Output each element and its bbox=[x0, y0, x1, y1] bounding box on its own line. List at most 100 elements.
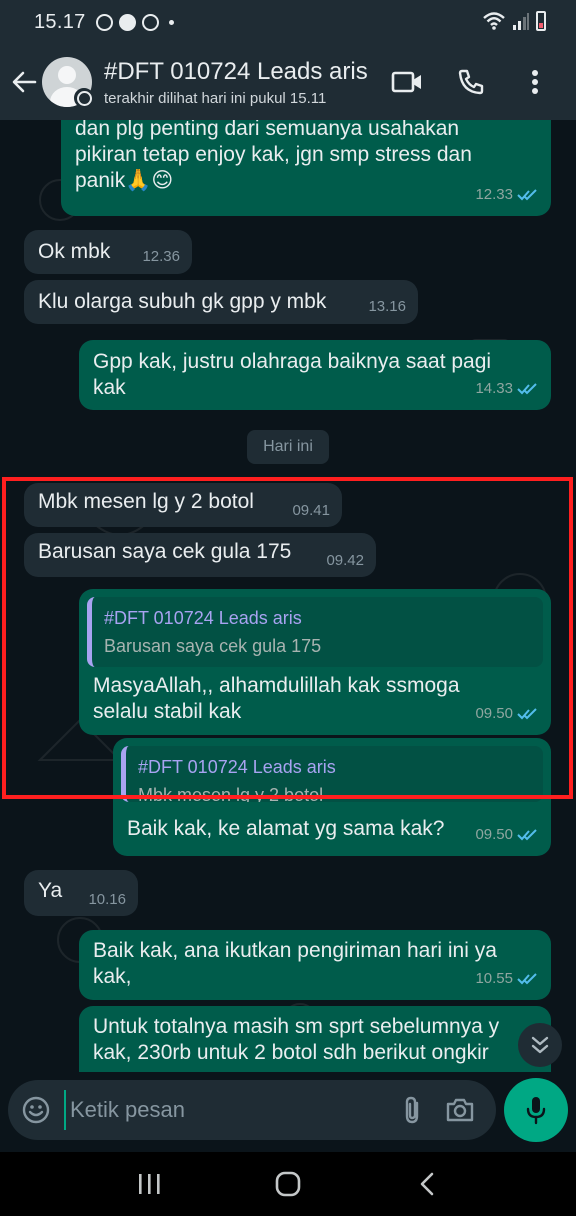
attach-icon bbox=[405, 1096, 419, 1124]
message-meta: 10.16 bbox=[88, 887, 126, 913]
message-text: kak, 230rb untuk 2 botol sdh berikut ong… bbox=[93, 1041, 489, 1064]
voice-call-icon bbox=[458, 69, 484, 95]
message-composer bbox=[8, 1080, 496, 1140]
message-meta: 13.16 bbox=[368, 294, 406, 320]
wifi-icon bbox=[483, 12, 505, 30]
quoted-author: #DFT 010724 Leads aris bbox=[138, 757, 336, 777]
message-text: kak, bbox=[93, 965, 132, 988]
reply-body: Baik kak, ke alamat yg sama kak? bbox=[127, 816, 444, 842]
emoji-icon bbox=[22, 1096, 50, 1124]
video-call-button[interactable] bbox=[390, 65, 424, 99]
read-receipt-icon bbox=[517, 973, 537, 985]
status-bar: 15.17 bbox=[0, 0, 576, 44]
message-text: Klu olarga subuh gk gpp y mbk bbox=[38, 290, 327, 313]
message-text: kak bbox=[93, 376, 126, 399]
quoted-text: Barusan saya cek gula 175 bbox=[104, 636, 322, 656]
outgoing-message[interactable]: dan plg penting dari semuanya usahakan p… bbox=[61, 120, 551, 216]
outgoing-message[interactable]: Gpp kak, justru olahraga baiknya saat pa… bbox=[79, 340, 551, 410]
camera-icon bbox=[446, 1098, 474, 1122]
app-notification-icon bbox=[141, 13, 159, 31]
reply-body: MasyaAllah,, alhamdulillah kak ssmoga se… bbox=[93, 673, 460, 725]
home-button[interactable] bbox=[258, 1159, 318, 1209]
system-navigation-bar bbox=[0, 1152, 576, 1216]
system-back-button[interactable] bbox=[397, 1159, 457, 1209]
chevron-left-icon bbox=[420, 1172, 433, 1196]
status-notification-icons bbox=[95, 13, 174, 31]
message-time: 09.41 bbox=[292, 502, 330, 519]
incoming-message[interactable]: Ok mbk 12.36 bbox=[24, 230, 192, 274]
message-time: 09.50 bbox=[475, 826, 513, 843]
incoming-message[interactable]: Ya 10.16 bbox=[24, 870, 138, 916]
message-text: dan plg penting dari semuanya usahakan bbox=[75, 120, 460, 140]
message-time: 10.16 bbox=[88, 891, 126, 908]
message-meta: 12.36 bbox=[142, 244, 180, 270]
read-receipt-icon bbox=[517, 708, 537, 720]
back-button[interactable] bbox=[2, 52, 46, 112]
read-receipt-icon bbox=[517, 383, 537, 395]
camera-button[interactable] bbox=[436, 1086, 484, 1134]
recent-apps-icon bbox=[139, 1174, 160, 1194]
back-arrow-icon bbox=[12, 71, 37, 93]
message-text: MasyaAllah,, alhamdulillah kak ssmoga bbox=[93, 674, 460, 697]
message-time: 09.42 bbox=[326, 552, 364, 569]
message-text: Untuk totalnya masih sm sprt sebelumnya … bbox=[93, 1015, 500, 1038]
outgoing-message[interactable]: Untuk totalnya masih sm sprt sebelumnya … bbox=[79, 1006, 551, 1072]
date-divider: Hari ini bbox=[247, 430, 329, 464]
message-time: 09.50 bbox=[475, 705, 513, 722]
outgoing-reply-message[interactable]: #DFT 010724 Leads aris Mbk mesen lg y 2 … bbox=[113, 738, 551, 856]
more-notifications-icon bbox=[168, 19, 174, 25]
attach-button[interactable] bbox=[388, 1086, 436, 1134]
message-text: pikiran tetap enjoy kak, jgn smp stress … bbox=[75, 143, 472, 166]
incoming-message[interactable]: Mbk mesen lg y 2 botol 09.41 bbox=[24, 483, 342, 527]
recent-apps-button[interactable] bbox=[119, 1159, 179, 1209]
signal-icon bbox=[513, 13, 529, 30]
incoming-message[interactable]: Klu olarga subuh gk gpp y mbk 13.16 bbox=[24, 280, 418, 324]
status-time: 15.17 bbox=[34, 10, 86, 33]
status-system-icons bbox=[482, 11, 546, 31]
read-receipt-icon bbox=[517, 189, 537, 201]
disappearing-timer-icon bbox=[74, 88, 94, 108]
quoted-message[interactable]: #DFT 010724 Leads aris Mbk mesen lg y 2 … bbox=[121, 746, 543, 802]
home-icon bbox=[275, 1171, 301, 1197]
chat-messages-area[interactable]: dan plg penting dari semuanya usahakan p… bbox=[0, 120, 576, 1072]
more-options-button[interactable] bbox=[518, 65, 552, 99]
message-text: Gpp kak, justru olahraga baiknya saat pa… bbox=[93, 350, 492, 373]
outgoing-reply-message[interactable]: #DFT 010724 Leads aris Barusan saya cek … bbox=[79, 589, 551, 735]
message-meta: 14.33 bbox=[475, 376, 539, 402]
message-text: Baik kak, ana ikutkan pengiriman hari in… bbox=[93, 939, 497, 962]
message-time: 12.36 bbox=[142, 248, 180, 265]
video-call-icon bbox=[391, 71, 421, 93]
message-meta: 09.50 bbox=[475, 701, 539, 727]
message-meta: 09.42 bbox=[326, 548, 364, 574]
quoted-message[interactable]: #DFT 010724 Leads aris Barusan saya cek … bbox=[87, 597, 543, 667]
message-time: 10.55 bbox=[475, 970, 513, 987]
incoming-message[interactable]: Barusan saya cek gula 175 09.42 bbox=[24, 533, 376, 577]
header-actions bbox=[390, 65, 552, 99]
outgoing-message[interactable]: Baik kak, ana ikutkan pengiriman hari in… bbox=[79, 930, 551, 1000]
double-chevron-down-icon bbox=[531, 1036, 549, 1054]
message-time: 14.33 bbox=[475, 380, 513, 397]
message-time: 12.33 bbox=[475, 186, 513, 203]
scroll-to-bottom-button[interactable] bbox=[518, 1023, 562, 1067]
message-meta: 10.55 bbox=[475, 966, 539, 992]
message-text: Baik kak, ke alamat yg sama kak? bbox=[127, 817, 445, 840]
mic-icon bbox=[526, 1097, 546, 1125]
voice-call-button[interactable] bbox=[454, 65, 488, 99]
message-text: selalu stabil kak bbox=[93, 700, 242, 723]
chat-header: #DFT 010724 Leads aris terakhir dilihat … bbox=[0, 44, 576, 120]
message-meta: 12.33 bbox=[475, 182, 539, 208]
voice-message-button[interactable] bbox=[504, 1078, 568, 1142]
contact-info[interactable]: #DFT 010724 Leads aris terakhir dilihat … bbox=[104, 58, 390, 107]
message-time: 13.16 bbox=[368, 298, 406, 315]
quoted-author: #DFT 010724 Leads aris bbox=[104, 608, 302, 628]
emoji-button[interactable] bbox=[8, 1082, 64, 1138]
quoted-text: Mbk mesen lg y 2 botol bbox=[138, 785, 324, 802]
read-receipt-icon bbox=[517, 829, 537, 841]
account-icon bbox=[118, 13, 136, 31]
notification-icon bbox=[95, 13, 113, 31]
avatar-head-shape bbox=[58, 66, 76, 84]
last-seen-status: terakhir dilihat hari ini pukul 15.11 bbox=[104, 89, 327, 107]
message-meta: 09.41 bbox=[292, 498, 330, 524]
message-text: panik🙏😊 bbox=[75, 169, 174, 192]
message-input[interactable] bbox=[64, 1090, 388, 1130]
